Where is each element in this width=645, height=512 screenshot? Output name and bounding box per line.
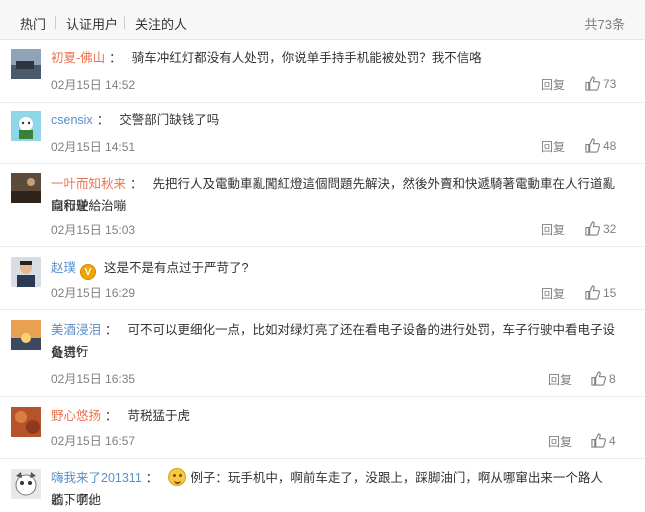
thumbs-up-icon (585, 221, 600, 236)
comment-text-line: 躺下了。 (51, 493, 102, 507)
username-link[interactable]: 野心悠扬 (51, 409, 101, 423)
avatar[interactable] (11, 469, 41, 499)
thumbs-up-icon (585, 76, 600, 91)
like-button[interactable]: 32 (585, 221, 616, 236)
comment-item: 赵璞 V 这是不是有点过于严苛了? 02月15日 16:29 回复 15 (0, 247, 645, 310)
like-button[interactable]: 73 (585, 76, 616, 91)
reply-button[interactable]: 回复 (541, 285, 565, 302)
thumbs-up-icon (585, 285, 600, 300)
comment-time: 02月15日 16:29 (51, 286, 136, 300)
comment-time: 02月15日 15:03 (51, 223, 136, 237)
avatar[interactable] (11, 257, 41, 287)
like-button[interactable]: 15 (585, 285, 616, 300)
comment-time: 02月15日 16:35 (51, 372, 136, 386)
thumbs-up-icon (591, 433, 606, 448)
comment-item: 一叶而知秋来：先把行人及電動車亂闖紅燈這個問題先解決，然後外賣和快遞騎著電動車在… (0, 164, 645, 247)
comment-item: 野心悠扬：苛税猛于虎 02月15日 16:57 回复 4 (0, 397, 645, 459)
username-link[interactable]: 嗨我来了201311 (51, 471, 142, 485)
comment-item: 美酒浸泪：可不可以更细化一点，比如对绿灯亮了还在看电子设备的进行处罚，车子行驶中… (0, 310, 645, 397)
comment-text-line: 野心悠扬：苛税猛于虎 (51, 409, 191, 423)
reply-button[interactable]: 回复 (541, 138, 565, 155)
emoji-smile-icon (168, 468, 187, 486)
comment-total-count: 共73条 (584, 17, 625, 32)
comment-time: 02月15日 16:57 (51, 434, 136, 448)
like-count: 4 (609, 433, 616, 448)
username-link[interactable]: 赵璞 (51, 261, 76, 275)
comment-text-line: 处罚? (51, 346, 83, 360)
comment-text: 交警部门缺钱了吗 (119, 113, 220, 127)
comment-item: 初夏-佛山：骑车冲红灯都没有人处罚，你说单手持手机能被处罚？我不信咯 02月15… (0, 41, 645, 103)
username-link[interactable]: csensix (51, 113, 93, 127)
username-link[interactable]: 初夏-佛山 (51, 51, 105, 65)
comment-text: 骑车冲红灯都没有人处罚，你说单手持手机能被处罚？我不信咯 (131, 51, 482, 65)
tab-divider (124, 16, 125, 29)
comment-text-line: 向行駛給治嘣 (51, 199, 127, 213)
thumbs-up-icon (585, 138, 600, 153)
thumbs-up-icon (591, 371, 606, 386)
like-count: 15 (603, 285, 617, 300)
like-count: 8 (609, 371, 616, 386)
like-button[interactable]: 8 (591, 371, 616, 386)
username-link[interactable]: 美酒浸泪 (51, 323, 101, 337)
tab-divider (55, 16, 56, 29)
comment-text: 这是不是有点过于严苛了? (104, 261, 249, 275)
reply-button[interactable]: 回复 (541, 76, 565, 93)
comment-filter-tabs: 热门 认证用户 关注的人 共73条 (0, 0, 645, 40)
tab-verified-users[interactable]: 认证用户 (66, 14, 118, 33)
comment-item: 嗨我来了201311：例子：玩手机中，啊前车走了，没跟上，踩脚油门，啊从哪窜出来… (0, 459, 645, 512)
avatar[interactable] (11, 111, 41, 141)
like-count: 32 (603, 221, 617, 236)
comment-time: 02月15日 14:51 (51, 140, 136, 154)
comment-text-line: csensix：交警部门缺钱了吗 (51, 113, 220, 127)
comment-item: csensix：交警部门缺钱了吗 02月15日 14:51 回复 48 (0, 103, 645, 164)
avatar[interactable] (11, 49, 41, 79)
like-count: 48 (603, 138, 617, 153)
avatar[interactable] (11, 173, 41, 203)
tab-hot[interactable]: 热门 (20, 14, 46, 33)
comment-text-line: 初夏-佛山：骑车冲红灯都没有人处罚，你说单手持手机能被处罚？我不信咯 (51, 51, 482, 65)
reply-button[interactable]: 回复 (548, 433, 572, 450)
reply-button[interactable]: 回复 (541, 221, 565, 238)
comment-time: 02月15日 14:52 (51, 78, 136, 92)
tab-following[interactable]: 关注的人 (135, 14, 187, 33)
avatar[interactable] (11, 320, 41, 350)
reply-button[interactable]: 回复 (548, 371, 572, 388)
like-count: 73 (603, 76, 617, 91)
like-button[interactable]: 48 (585, 138, 616, 153)
comment-text: 苛税猛于虎 (127, 409, 191, 423)
username-link[interactable]: 一叶而知秋来 (51, 177, 126, 191)
verified-badge-icon: V (80, 264, 97, 280)
like-button[interactable]: 4 (591, 433, 616, 448)
comment-text-line: 赵璞 V 这是不是有点过于严苛了? (51, 257, 627, 280)
avatar[interactable] (11, 407, 41, 437)
